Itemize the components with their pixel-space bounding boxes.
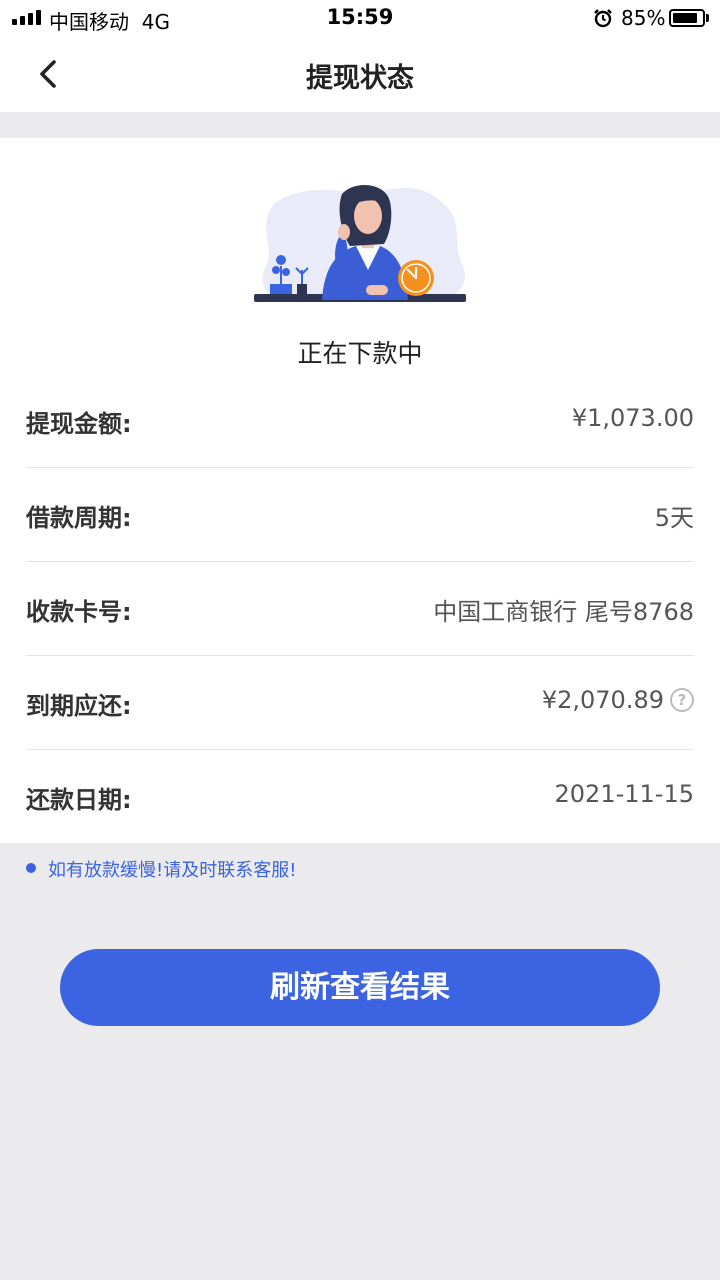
battery-level-fill xyxy=(673,13,697,23)
detail-row-period: 借款周期: 5天 xyxy=(26,468,694,562)
detail-label: 提现金额: xyxy=(26,410,132,438)
question-circle-icon[interactable]: ? xyxy=(670,688,694,712)
status-bar: 中国移动 4G 15:59 85% xyxy=(0,0,720,36)
page-title: 提现状态 xyxy=(306,63,414,94)
detail-value: ¥2,070.89 xyxy=(541,686,664,714)
detail-value: 5天 xyxy=(654,504,694,532)
detail-value-wrap: ¥2,070.89? xyxy=(542,686,694,714)
detail-value: ¥1,073.00 xyxy=(571,404,694,432)
detail-row-due-amount: 到期应还: ¥2,070.89? xyxy=(26,656,694,750)
notice-text: 如有放款缓慢!请及时联系客服! xyxy=(48,860,297,881)
detail-label: 收款卡号: xyxy=(26,598,132,626)
refresh-result-button[interactable]: 刷新查看结果 xyxy=(60,949,660,1026)
battery-tip xyxy=(706,14,709,22)
detail-label: 借款周期: xyxy=(26,504,132,532)
withdraw-state-text: 正在下款中 xyxy=(297,339,423,368)
nav-bar: 提现状态 xyxy=(0,36,720,112)
battery-percent: 85% xyxy=(621,6,666,30)
detail-label: 还款日期: xyxy=(26,786,132,814)
detail-row-amount: 提现金额: ¥1,073.00 xyxy=(26,374,694,468)
detail-label: 到期应还: xyxy=(26,692,132,720)
detail-value: 中国工商银行 尾号8768 xyxy=(433,598,694,626)
bullet-dot-icon xyxy=(26,863,36,873)
woman-at-desk-illustration xyxy=(254,184,466,302)
battery-icon xyxy=(669,9,705,27)
detail-value: 2021-11-15 xyxy=(554,780,694,808)
withdraw-status-card: 正在下款中 提现金额: ¥1,073.00 借款周期: 5天 收款卡号: 中国工… xyxy=(0,138,720,843)
alarm-icon xyxy=(594,9,612,28)
detail-row-due-date: 还款日期: 2021-11-15 xyxy=(26,750,694,844)
detail-row-card: 收款卡号: 中国工商银行 尾号8768 xyxy=(26,562,694,656)
